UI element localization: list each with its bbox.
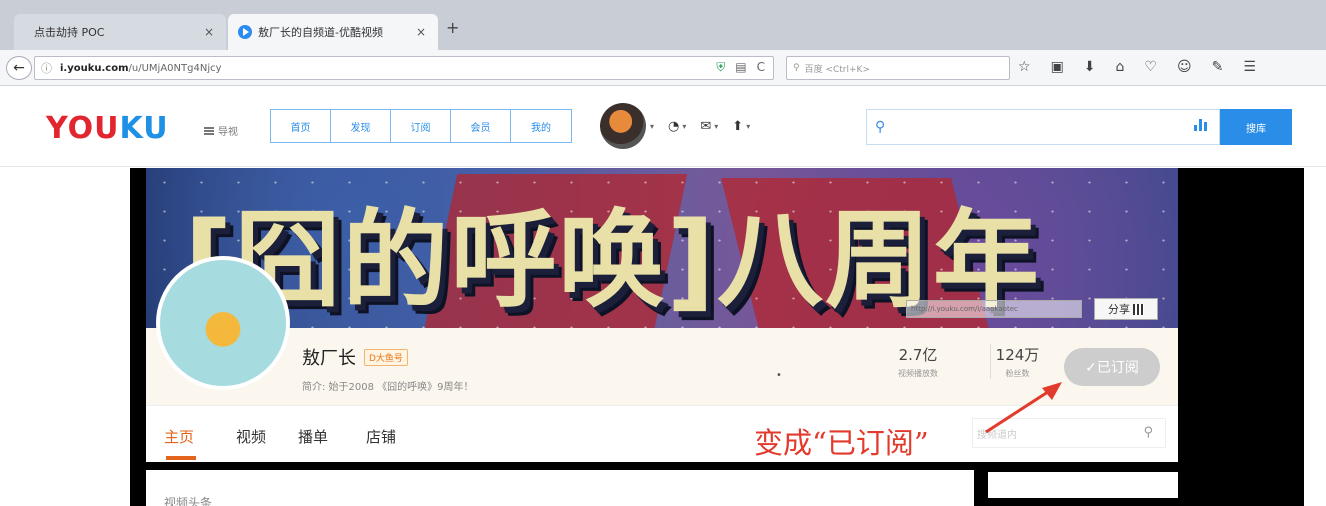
category-label: 导视 bbox=[218, 127, 238, 138]
upload-icon: ⬆ bbox=[732, 118, 744, 134]
channel-intro: 简介: 始于2008 《囧的呼唤》9周年！ bbox=[302, 382, 474, 393]
subscribed-button[interactable]: ✓已订阅 bbox=[1064, 348, 1160, 386]
content-sidebar bbox=[988, 472, 1178, 498]
browser-tab-bar: 点击劫持 POC × 敖厂长的自频道-优酷视频 × + bbox=[0, 0, 1326, 50]
content-main: 视频头条 bbox=[146, 470, 974, 506]
url-host: i.youku.com bbox=[60, 62, 129, 74]
reload-button[interactable]: C bbox=[757, 60, 765, 75]
close-icon[interactable]: × bbox=[416, 25, 426, 39]
history-button[interactable]: ◔ ▾ bbox=[668, 119, 686, 134]
active-tab-indicator bbox=[166, 456, 196, 460]
search-button[interactable]: 搜库 bbox=[1220, 109, 1292, 145]
logo-ku: KU bbox=[119, 111, 169, 146]
user-area: ▾ ◔ ▾ ✉ ▾ ⬆ ▾ bbox=[600, 103, 750, 149]
history-icon: ◔ bbox=[668, 118, 680, 134]
tab-title: 敖厂长的自频道-优酷视频 bbox=[258, 26, 383, 39]
new-tab-button[interactable]: + bbox=[446, 18, 459, 37]
tab-home[interactable]: 主页 bbox=[164, 426, 194, 447]
nav-mine[interactable]: 我的 bbox=[511, 110, 571, 142]
play-count: 2.7亿 bbox=[898, 346, 938, 364]
dayu-badge: D大鱼号 bbox=[364, 348, 408, 366]
nav-subscribe[interactable]: 订阅 bbox=[391, 110, 451, 142]
ranking-chart-icon[interactable] bbox=[1194, 119, 1207, 131]
info-icon[interactable]: ⓘ bbox=[41, 60, 52, 76]
youku-favicon-icon bbox=[238, 25, 252, 39]
browser-toolbar: ☆ ▣ ⬇ ⌂ ♡ ☺ ✎ ☰ bbox=[1018, 59, 1256, 75]
search-placeholder: 百度 <Ctrl+K> bbox=[804, 64, 870, 75]
back-button[interactable]: ← bbox=[6, 56, 32, 80]
address-bar-actions: ⛨ ▤ C bbox=[716, 60, 765, 75]
nav-vip[interactable]: 会员 bbox=[451, 110, 511, 142]
user-avatar[interactable] bbox=[600, 103, 646, 149]
chevron-down-icon: ▾ bbox=[746, 121, 751, 131]
share-label: 分享 bbox=[1108, 303, 1130, 316]
separator-dot: • bbox=[776, 370, 782, 381]
content-heading: 视频头条 bbox=[164, 496, 213, 506]
browser-search-input[interactable]: ⚲ 百度 <Ctrl+K> bbox=[786, 56, 1010, 80]
youku-logo[interactable]: YOUKU bbox=[46, 111, 169, 146]
nav-discover[interactable]: 发现 bbox=[331, 110, 391, 142]
upload-button[interactable]: ⬆ ▾ bbox=[732, 119, 750, 134]
close-icon[interactable]: × bbox=[204, 25, 214, 39]
menu-icon[interactable]: ☰ bbox=[1243, 59, 1256, 75]
play-count-label: 视频播放数 bbox=[898, 369, 938, 378]
tab-playlists[interactable]: 播单 bbox=[298, 426, 328, 447]
main-nav: 首页 发现 订阅 会员 我的 bbox=[270, 109, 572, 143]
tab-videos[interactable]: 视频 bbox=[236, 426, 266, 447]
home-icon[interactable]: ⌂ bbox=[1116, 59, 1125, 75]
mail-icon: ✉ bbox=[700, 118, 712, 134]
download-icon[interactable]: ⬇ bbox=[1084, 59, 1096, 75]
nav-home[interactable]: 首页 bbox=[271, 110, 331, 142]
bookmark-star-icon[interactable]: ☆ bbox=[1018, 59, 1031, 75]
channel-url[interactable]: http://i.youku.com/i/aaokaotec bbox=[906, 300, 1082, 318]
fans-count: 124万 bbox=[995, 346, 1040, 364]
logo-you: YOU bbox=[46, 111, 120, 146]
reader-icon[interactable]: ▤ bbox=[735, 60, 746, 75]
channel-avatar[interactable] bbox=[156, 256, 290, 390]
site-search-input[interactable]: ⚲ bbox=[866, 109, 1220, 145]
chevron-down-icon: ▾ bbox=[714, 121, 719, 131]
annotation-arrow-icon bbox=[985, 382, 1062, 434]
address-bar[interactable]: ⓘ i.youku.com /u/UMjA0NTg4Njcy ⛨ ▤ C bbox=[34, 56, 774, 80]
search-icon: ⚲ bbox=[793, 63, 800, 73]
tab-shop[interactable]: 店铺 bbox=[366, 426, 396, 447]
category-menu[interactable]: 导视 bbox=[204, 123, 238, 138]
tab-title: 点击劫持 POC bbox=[34, 26, 105, 39]
annotation-text: 变成“已订阅” bbox=[754, 426, 929, 460]
search-icon: ⚲ bbox=[875, 119, 886, 135]
share-button[interactable]: 分享 bbox=[1094, 298, 1158, 320]
tab-poc[interactable]: 点击劫持 POC × bbox=[14, 14, 226, 50]
qrcode-icon bbox=[1133, 303, 1144, 315]
menu-icon bbox=[204, 126, 214, 135]
chevron-down-icon[interactable]: ▾ bbox=[650, 122, 654, 131]
shield-icon[interactable]: ⛨ bbox=[716, 60, 725, 75]
play-count-stat: 2.7亿 视频播放数 bbox=[878, 344, 958, 379]
edit-icon[interactable]: ✎ bbox=[1212, 59, 1224, 75]
tab-youku[interactable]: 敖厂长的自频道-优酷视频 × bbox=[228, 14, 438, 50]
library-icon[interactable]: ▣ bbox=[1051, 59, 1064, 75]
channel-name-row: 敖厂长 D大鱼号 bbox=[302, 344, 408, 370]
chevron-down-icon: ▾ bbox=[682, 121, 687, 131]
search-icon[interactable]: ⚲ bbox=[1143, 425, 1153, 440]
url-path: /u/UMjA0NTg4Njcy bbox=[128, 62, 222, 74]
account-icon[interactable]: ☺ bbox=[1177, 59, 1192, 75]
fans-count-stat: 124万 粉丝数 bbox=[990, 344, 1044, 379]
youku-header: YOUKU 导视 首页 发现 订阅 会员 我的 ▾ ◔ ▾ ✉ ▾ ⬆ ▾ ⚲ 搜库 bbox=[0, 87, 1326, 167]
pocket-icon[interactable]: ♡ bbox=[1144, 59, 1157, 75]
browser-nav-bar: ← ⓘ i.youku.com /u/UMjA0NTg4Njcy ⛨ ▤ C ⚲… bbox=[0, 50, 1326, 86]
message-button[interactable]: ✉ ▾ bbox=[700, 119, 718, 134]
channel-banner: [囧的呼唤]八周年 http://i.youku.com/i/aaokaotec… bbox=[146, 168, 1178, 328]
channel-name: 敖厂长 bbox=[302, 348, 356, 369]
